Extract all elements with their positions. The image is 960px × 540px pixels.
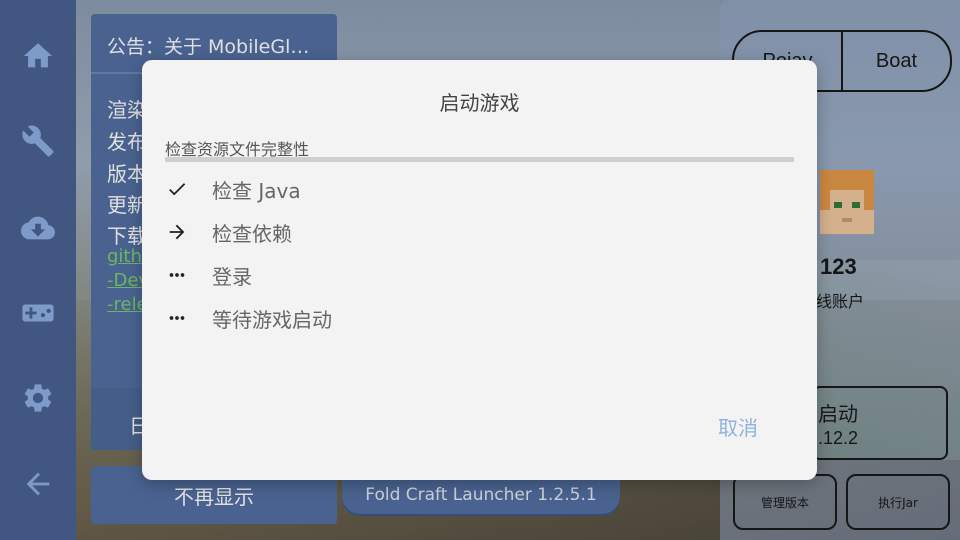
arrow-right-icon (165, 220, 189, 244)
dialog-title: 启动游戏 (439, 91, 520, 115)
step-login: 登录 (165, 260, 252, 290)
step-label: 检查 Java (212, 178, 301, 203)
step-label: 等待游戏启动 (212, 307, 332, 332)
check-icon (165, 177, 189, 201)
more-horiz-icon (165, 306, 189, 330)
progress-bar (165, 157, 794, 162)
step-check-java: 检查 Java (165, 174, 301, 204)
step-label: 检查依赖 (212, 221, 292, 246)
more-horiz-icon (165, 263, 189, 287)
cancel-button[interactable]: 取消 (718, 412, 758, 441)
launch-game-dialog: 启动游戏 检查资源文件完整性 检查 Java 检查依赖 登录 等待游戏启动 取消 (142, 60, 817, 480)
step-check-dependencies: 检查依赖 (165, 217, 292, 247)
step-wait-launch: 等待游戏启动 (165, 303, 332, 333)
step-label: 登录 (212, 264, 252, 289)
